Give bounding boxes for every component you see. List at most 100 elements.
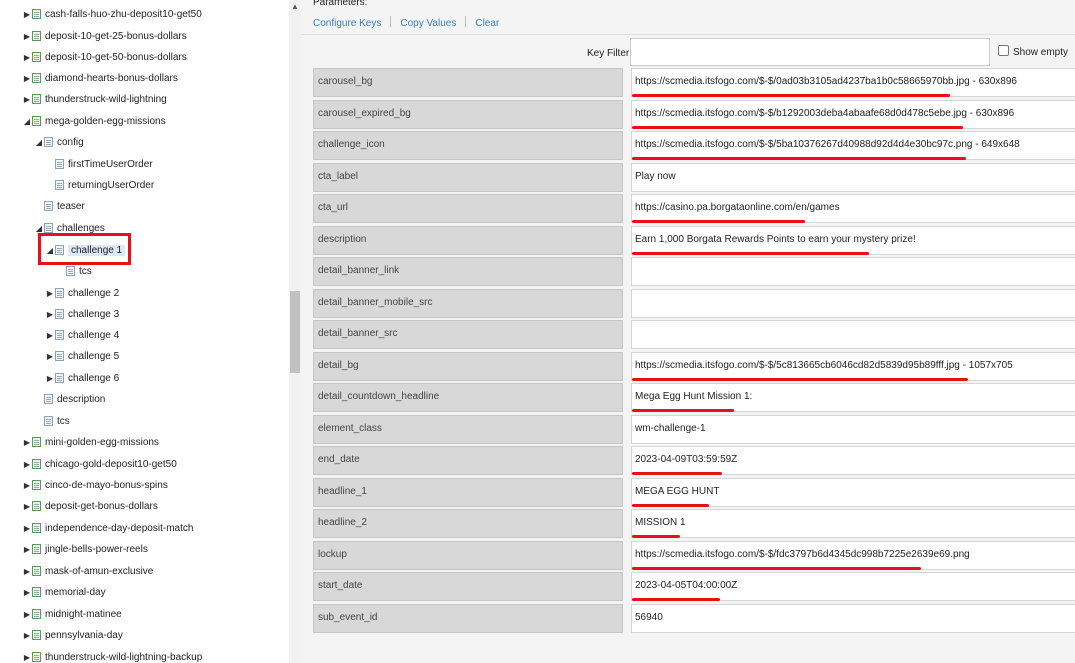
tree-item-label[interactable]: deposit-10-get-25-bonus-dollars	[45, 31, 187, 42]
tree-item-label[interactable]: independence-day-deposit-match	[45, 523, 193, 534]
tree-item[interactable]: ▶ challenge 3	[45, 306, 119, 324]
parameter-value-field[interactable]: 2023-04-09T03:59:59Z	[631, 446, 1075, 475]
parameter-value-field[interactable]	[631, 320, 1075, 349]
tree-item-label[interactable]: midnight-matinee	[45, 609, 122, 620]
tree-item[interactable]: ◢ config	[34, 134, 84, 152]
expand-arrow-icon[interactable]: ▶	[22, 49, 32, 67]
tree-item-label[interactable]: deposit-10-get-50-bonus-dollars	[45, 52, 187, 63]
configure-keys-link[interactable]: Configure Keys	[313, 18, 381, 29]
parameter-value-field[interactable]: MEGA EGG HUNT	[631, 477, 1075, 507]
tree-item[interactable]: returningUserOrder	[45, 177, 154, 195]
show-empty-toggle[interactable]: Show empty	[998, 45, 1068, 58]
expand-arrow-icon[interactable]: ▶	[22, 70, 32, 88]
tree-item[interactable]: ▶ jingle-bells-power-reels	[22, 541, 148, 559]
expand-arrow-icon[interactable]: ▶	[22, 520, 32, 538]
expand-arrow-icon[interactable]: ▶	[22, 649, 32, 663]
tree-item-label[interactable]: pennsylvania-day	[45, 630, 123, 641]
tree-item[interactable]: ▶ challenge 2	[45, 285, 119, 303]
tree-item[interactable]: tcs	[56, 263, 92, 281]
expand-arrow-icon[interactable]: ▶	[22, 6, 32, 24]
parameter-value-field[interactable]: https://scmedia.itsfogo.com/$-$/5ba10376…	[631, 131, 1075, 160]
expand-arrow-icon[interactable]: ▶	[45, 306, 55, 324]
parameter-value-field[interactable]: wm-challenge-1	[631, 414, 1075, 444]
tree-item-label[interactable]: challenge 3	[68, 309, 119, 320]
parameter-value-field[interactable]: Mega Egg Hunt Mission 1:	[631, 383, 1075, 412]
tree-item[interactable]: ▶ cash-falls-huo-zhu-deposit10-get50	[22, 6, 202, 24]
tree-item-label[interactable]: jingle-bells-power-reels	[45, 544, 148, 555]
tree-item[interactable]: ▶ deposit-10-get-25-bonus-dollars	[22, 28, 187, 46]
parameter-value-field[interactable]: https://scmedia.itsfogo.com/$-$/fdc3797b…	[631, 540, 1075, 570]
tree-item-label[interactable]: challenge 5	[68, 351, 119, 362]
tree-item[interactable]: ▶ cinco-de-mayo-bonus-spins	[22, 477, 168, 495]
tree-item-label[interactable]: memorial-day	[45, 587, 106, 598]
tree-item-label[interactable]: firstTimeUserOrder	[68, 159, 153, 170]
tree-scrollbar[interactable]: ▲	[289, 0, 301, 663]
tree-item[interactable]: ▶ chicago-gold-deposit10-get50	[22, 456, 177, 474]
tree-item-label[interactable]: mini-golden-egg-missions	[45, 437, 159, 448]
expand-arrow-icon[interactable]: ▶	[22, 584, 32, 602]
tree-item-label[interactable]: returningUserOrder	[68, 180, 154, 191]
tree-item[interactable]: ▶ independence-day-deposit-match	[22, 520, 193, 538]
tree-item-label[interactable]: tcs	[79, 266, 92, 277]
tree-item[interactable]: teaser	[34, 198, 85, 216]
tree-item-label[interactable]: chicago-gold-deposit10-get50	[45, 459, 177, 470]
collapse-arrow-icon[interactable]: ◢	[34, 134, 44, 152]
scrollbar-thumb[interactable]	[290, 291, 300, 373]
tree-item-label[interactable]: challenge 2	[68, 288, 119, 299]
tree-item[interactable]: ▶ mask-of-amun-exclusive	[22, 563, 153, 581]
expand-arrow-icon[interactable]: ▶	[22, 563, 32, 581]
tree-item[interactable]: ▶ midnight-matinee	[22, 606, 122, 624]
tree-item-label[interactable]: cinco-de-mayo-bonus-spins	[45, 480, 168, 491]
tree-item-label[interactable]: thunderstruck-wild-lightning-backup	[45, 652, 202, 663]
tree-item-label[interactable]: challenge 4	[68, 330, 119, 341]
tree-item[interactable]: ▶ thunderstruck-wild-lightning-backup	[22, 649, 202, 663]
tree-item[interactable]: tcs	[34, 413, 70, 431]
tree-item-label[interactable]: cash-falls-huo-zhu-deposit10-get50	[45, 9, 202, 20]
expand-arrow-icon[interactable]: ▶	[45, 370, 55, 388]
tree-item[interactable]: ▶ diamond-hearts-bonus-dollars	[22, 70, 178, 88]
tree-item-label[interactable]: tcs	[57, 416, 70, 427]
expand-arrow-icon[interactable]: ▶	[22, 434, 32, 452]
expand-arrow-icon[interactable]: ▶	[22, 28, 32, 46]
parameter-value-field[interactable]: 2023-04-05T04:00:00Z	[631, 572, 1075, 601]
show-empty-checkbox[interactable]	[998, 45, 1009, 56]
tree-item[interactable]: ▶ memorial-day	[22, 584, 106, 602]
tree-item-label[interactable]: config	[57, 137, 84, 148]
tree-item-label[interactable]: description	[57, 394, 105, 405]
tree-item[interactable]: ▶ mini-golden-egg-missions	[22, 434, 159, 452]
expand-arrow-icon[interactable]: ▶	[22, 606, 32, 624]
parameter-value-field[interactable]: 56940	[631, 603, 1075, 633]
tree-item[interactable]: description	[34, 391, 105, 409]
tree-item-label[interactable]: thunderstruck-wild-lightning	[45, 94, 167, 105]
expand-arrow-icon[interactable]: ▶	[22, 456, 32, 474]
tree-item[interactable]: ▶ challenge 4	[45, 327, 119, 345]
parameter-value-field[interactable]: MISSION 1	[631, 509, 1075, 538]
tree-item-label[interactable]: mega-golden-egg-missions	[45, 116, 166, 127]
parameter-value-field[interactable]: Earn 1,000 Borgata Rewards Points to ear…	[631, 225, 1075, 255]
tree-item[interactable]: ▶ thunderstruck-wild-lightning	[22, 91, 167, 109]
expand-arrow-icon[interactable]: ▶	[22, 541, 32, 559]
parameter-value-field[interactable]	[631, 257, 1075, 286]
collapse-arrow-icon[interactable]: ◢	[22, 113, 32, 131]
expand-arrow-icon[interactable]: ▶	[22, 498, 32, 516]
expand-arrow-icon[interactable]: ▶	[22, 477, 32, 495]
expand-arrow-icon[interactable]: ▶	[45, 285, 55, 303]
tree-item[interactable]: ▶ challenge 5	[45, 348, 119, 366]
tree-item[interactable]: ▶ pennsylvania-day	[22, 627, 123, 645]
parameter-value-field[interactable]: https://scmedia.itsfogo.com/$-$/b1292003…	[631, 99, 1075, 129]
clear-link[interactable]: Clear	[475, 18, 499, 29]
expand-arrow-icon[interactable]: ▶	[22, 91, 32, 109]
tree-item-label[interactable]: teaser	[57, 201, 85, 212]
tree-item[interactable]: firstTimeUserOrder	[45, 156, 153, 174]
key-filter-input[interactable]	[630, 38, 990, 66]
expand-arrow-icon[interactable]: ▶	[45, 327, 55, 345]
parameter-value-field[interactable]	[631, 288, 1075, 318]
tree-item[interactable]: ▶ challenge 6	[45, 370, 119, 388]
tree-item-label[interactable]: diamond-hearts-bonus-dollars	[45, 73, 178, 84]
tree-item-label[interactable]: challenge 6	[68, 373, 119, 384]
parameter-value-field[interactable]: https://scmedia.itsfogo.com/$-$/0ad03b31…	[631, 68, 1075, 97]
tree-item[interactable]: ▶ deposit-get-bonus-dollars	[22, 498, 158, 516]
tree-item[interactable]: ◢ mega-golden-egg-missions	[22, 113, 166, 131]
tree-item-label[interactable]: deposit-get-bonus-dollars	[45, 501, 158, 512]
tree-item[interactable]: ▶ deposit-10-get-50-bonus-dollars	[22, 49, 187, 67]
